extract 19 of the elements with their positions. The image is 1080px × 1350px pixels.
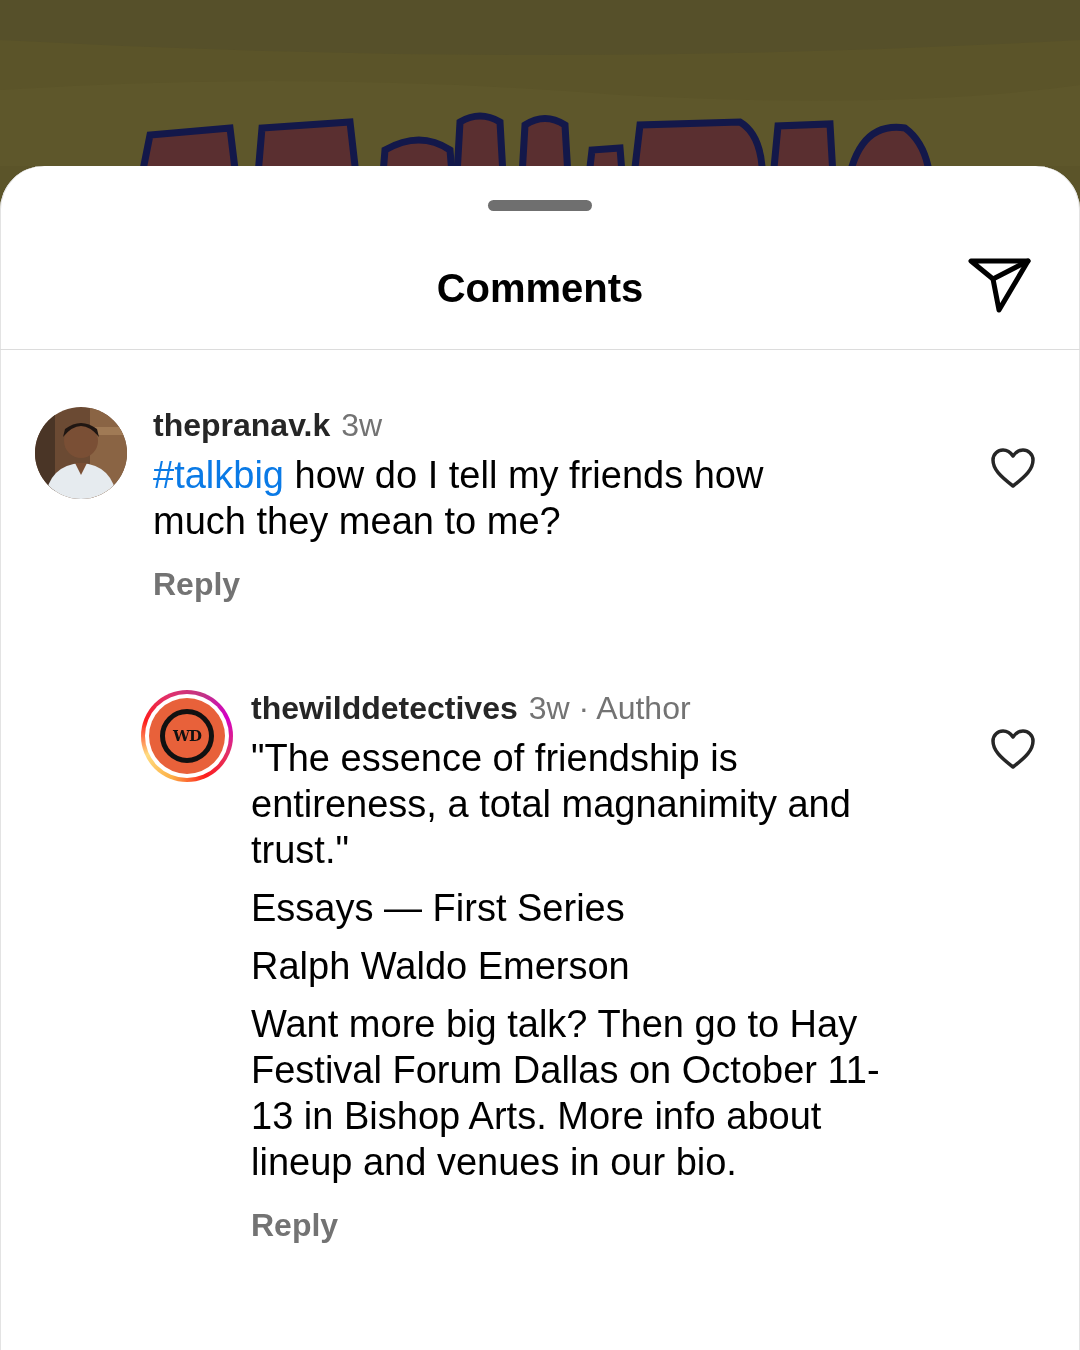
send-icon[interactable] — [968, 256, 1032, 314]
sheet-title: Comments — [436, 265, 644, 311]
comment-text: "The essence of friendship is entireness, a total magnanimity and trust." — [251, 736, 852, 873]
logo-avatar[interactable]: WD — [141, 690, 233, 782]
username[interactable]: thewilddetectives — [251, 690, 518, 726]
comment-text: Ralph Waldo Emerson — [251, 944, 631, 989]
reply-button[interactable]: Reply — [251, 1205, 339, 1245]
comment-text: #talkbig how do I tell my friends how much they mean to me? — [153, 453, 765, 544]
reply-button[interactable]: Reply — [153, 564, 241, 604]
comment-text: Want more big talk? Then go to Hay Festival Forum Dallas on October 11-13 in Bishop Arts. More info about lineup and venues in our bio. — [251, 1002, 881, 1185]
heart-icon[interactable] — [990, 728, 1036, 770]
heart-icon[interactable] — [990, 447, 1036, 489]
comment-time: 3w — [341, 407, 383, 443]
logo-text: WD — [173, 727, 201, 745]
drag-handle[interactable] — [488, 200, 592, 211]
comment-text: Essays — First Series — [251, 886, 626, 931]
comment-time: 3w · Author — [528, 690, 691, 726]
username[interactable]: thepranav.k — [153, 407, 331, 443]
hashtag-link[interactable]: #talkbig — [153, 454, 284, 496]
